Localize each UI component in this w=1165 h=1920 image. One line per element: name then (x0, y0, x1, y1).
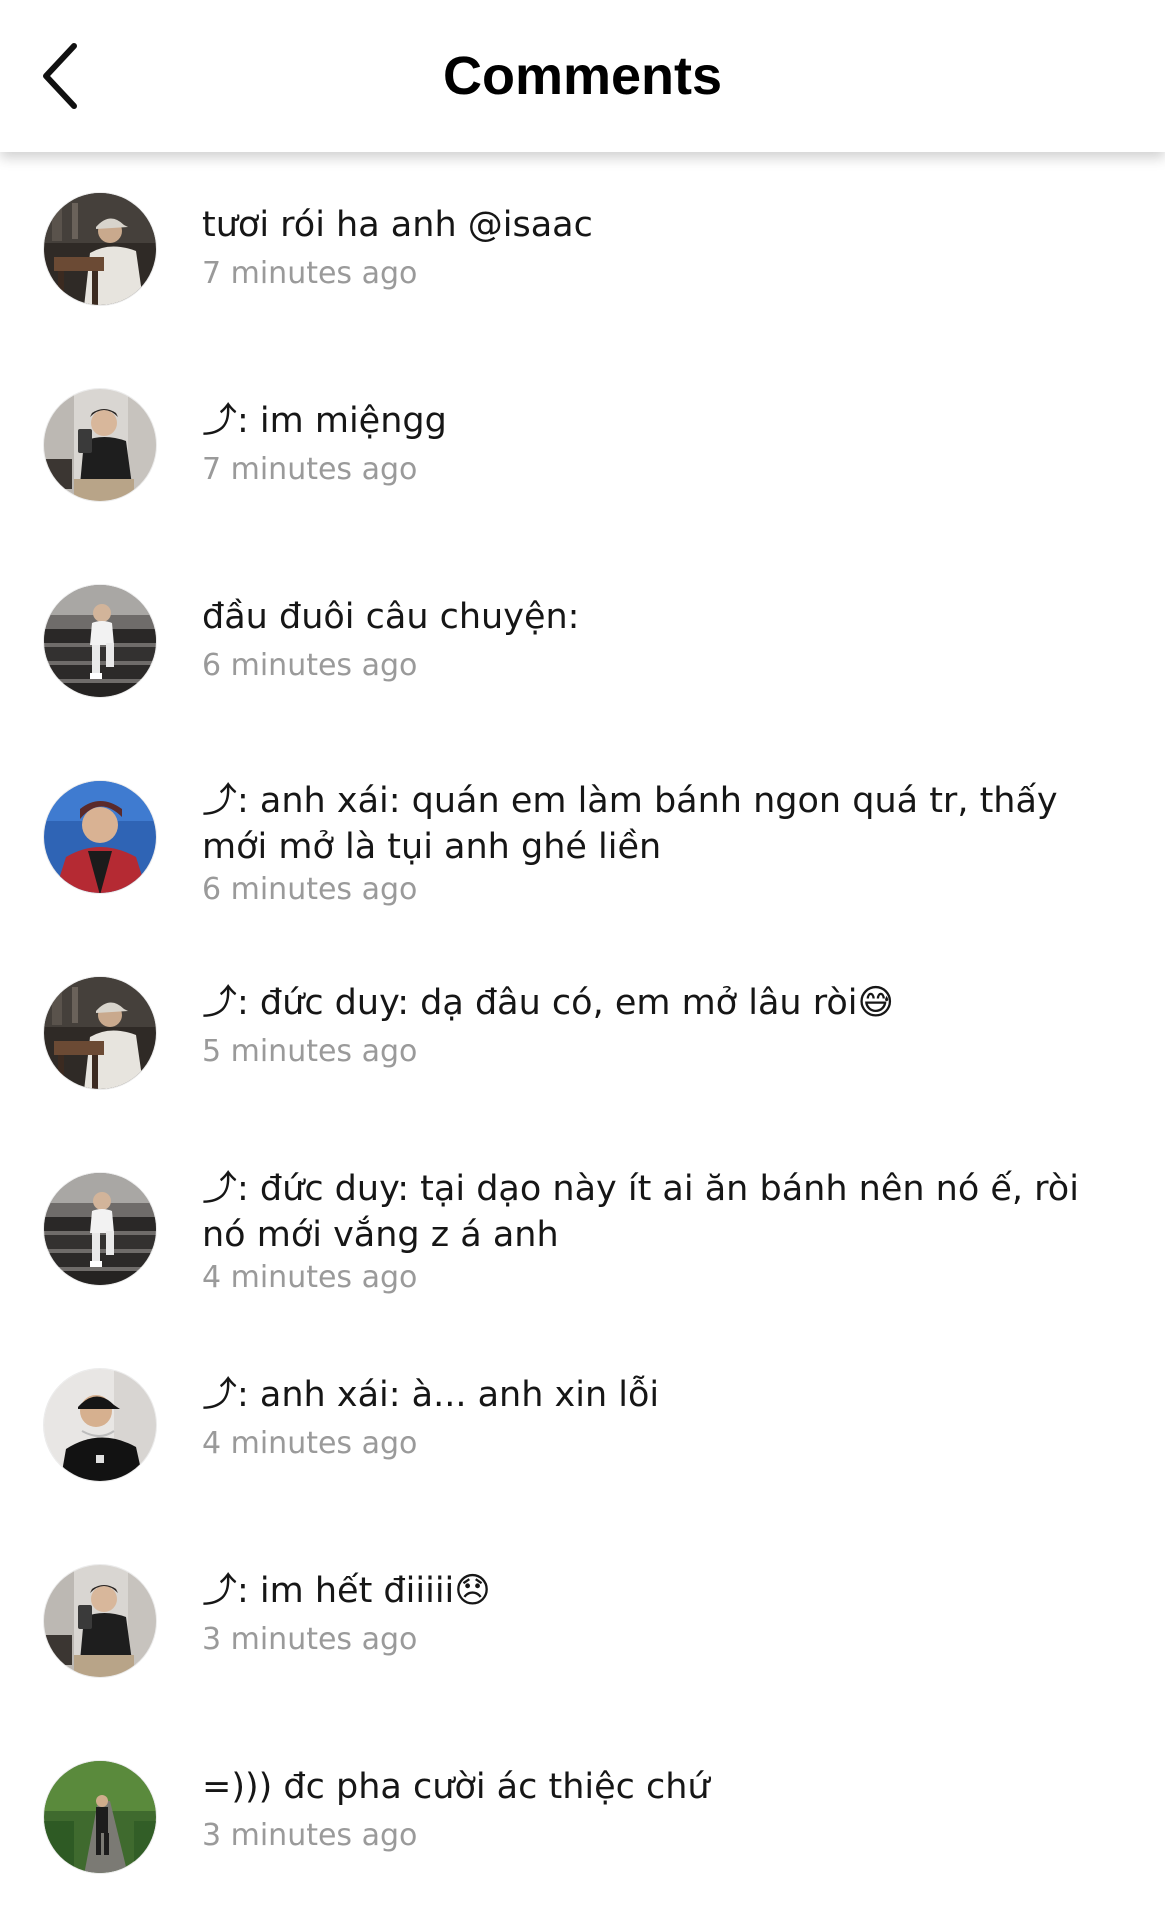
avatar-photo-man-cap-studio (44, 193, 156, 305)
comment-text: tươi rói ha anh @isaac (202, 205, 593, 245)
back-button[interactable] (30, 36, 90, 116)
avatar[interactable] (43, 1564, 157, 1678)
avatar-photo-man-on-stairs (44, 1173, 156, 1285)
avatar-photo-man-red-jacket (44, 781, 156, 893)
comment-text: ⤴: anh xái: quán em làm bánh ngon quá tr… (202, 781, 1069, 867)
comment-timestamp: 6 minutes ago (202, 872, 418, 907)
avatar[interactable] (43, 1368, 157, 1482)
avatar[interactable] (43, 192, 157, 306)
comment-timestamp: 3 minutes ago (202, 1818, 418, 1853)
comment-text: ⤴: im hết điiiii😞 (202, 1571, 491, 1611)
comment-text: ⤴: đức duy: dạ đâu có, em mở lâu ròi😅 (202, 983, 894, 1023)
avatar[interactable] (43, 584, 157, 698)
chevron-left-icon (43, 43, 77, 109)
avatar-photo-man-mirror-selfie (44, 389, 156, 501)
avatar[interactable] (43, 780, 157, 894)
app-header: Comments (0, 0, 1165, 152)
avatar[interactable] (43, 388, 157, 502)
avatar-photo-man-on-stairs (44, 585, 156, 697)
comment-text: =))) đc pha cười ác thiệc chứ (202, 1767, 710, 1807)
comment-timestamp: 4 minutes ago (202, 1426, 418, 1461)
comment-text: ⤴: im miệngg (202, 401, 447, 441)
comment-timestamp: 6 minutes ago (202, 648, 418, 683)
page-title: Comments (442, 46, 723, 106)
comment-text: đầu đuôi câu chuyện: (202, 597, 580, 637)
avatar-photo-man-mirror-selfie (44, 1565, 156, 1677)
comment-timestamp: 7 minutes ago (202, 256, 418, 291)
comment-text: ⤴: đức duy: tại dạo này ít ai ăn bánh nê… (202, 1169, 1091, 1255)
avatar[interactable] (43, 1172, 157, 1286)
avatar-photo-man-cap-studio (44, 977, 156, 1089)
avatar-photo-man-black-cap (44, 1369, 156, 1481)
avatar[interactable] (43, 1760, 157, 1874)
comment-timestamp: 7 minutes ago (202, 452, 418, 487)
comment-timestamp: 4 minutes ago (202, 1260, 418, 1295)
comment-timestamp: 3 minutes ago (202, 1622, 418, 1657)
comment-text: ⤴: anh xái: à... anh xin lỗi (202, 1375, 660, 1415)
comment-timestamp: 5 minutes ago (202, 1034, 418, 1069)
avatar-photo-man-park-path (44, 1761, 156, 1873)
avatar[interactable] (43, 976, 157, 1090)
comment-list[interactable]: tươi rói ha anh @isaac 7 minutes ago ⤴: … (0, 152, 1165, 1920)
